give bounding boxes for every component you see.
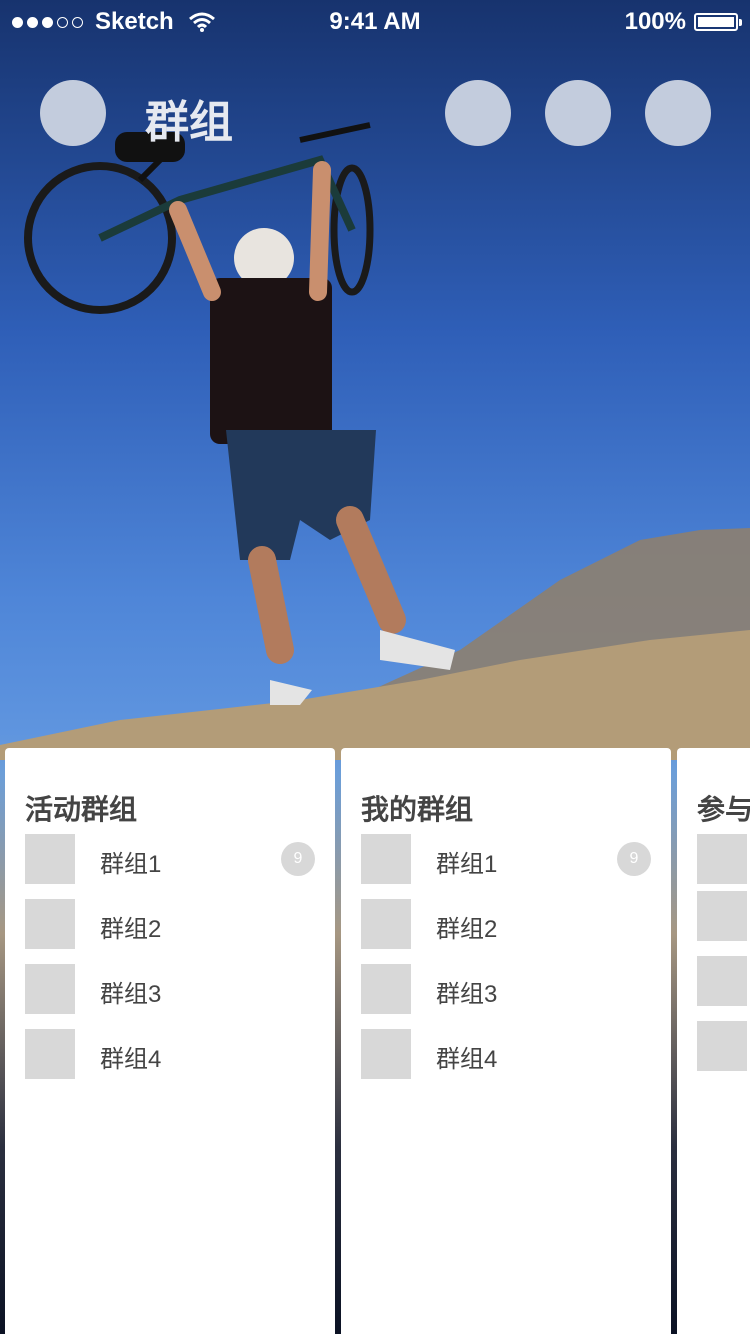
group-thumbnail: [25, 1029, 75, 1079]
list-item[interactable]: 群组4: [361, 1029, 651, 1079]
page-title: 群组: [145, 98, 233, 147]
list-item[interactable]: [697, 834, 750, 884]
list-item[interactable]: 群组2: [25, 899, 315, 949]
group-name: 群组2: [100, 916, 162, 943]
status-right: 100%: [624, 8, 742, 36]
unread-badge: 9: [617, 842, 651, 876]
group-thumbnail: [697, 834, 747, 884]
list-item[interactable]: 群组3: [361, 964, 651, 1014]
group-thumbnail: [697, 891, 747, 941]
battery-percent: 100%: [624, 8, 686, 35]
list-item[interactable]: 群组3: [25, 964, 315, 1014]
group-thumbnail: [361, 834, 411, 884]
list-item[interactable]: 群组4: [25, 1029, 315, 1079]
group-name: 群组4: [100, 1046, 162, 1073]
group-name: 群组2: [436, 916, 498, 943]
list-item[interactable]: 群组1 9: [361, 834, 651, 884]
status-bar: Sketch 9:41 AM 100%: [0, 0, 750, 40]
group-card-active[interactable]: 活动群组 群组1 9 群组2 群组3 群组4: [5, 748, 335, 1334]
list-item[interactable]: [697, 1021, 750, 1071]
header: 群组: [0, 80, 750, 147]
card-title: 参与: [697, 794, 750, 825]
group-name: 群组4: [436, 1046, 498, 1073]
group-name: 群组3: [100, 981, 162, 1008]
list-item[interactable]: 群组2: [361, 899, 651, 949]
list-item[interactable]: 群组1 9: [25, 834, 315, 884]
card-title: 我的群组: [361, 794, 474, 825]
list-item[interactable]: [697, 956, 750, 1006]
group-card-joined[interactable]: 参与: [677, 748, 750, 1334]
group-thumbnail: [361, 964, 411, 1014]
header-action-button-1[interactable]: [445, 80, 511, 146]
group-name: 群组1: [436, 851, 498, 878]
avatar-button[interactable]: [40, 80, 106, 146]
battery-icon: [694, 13, 742, 31]
card-title: 活动群组: [25, 794, 138, 825]
group-thumbnail: [361, 1029, 411, 1079]
list-item[interactable]: [697, 891, 750, 941]
group-thumbnail: [697, 1021, 747, 1071]
group-thumbnail: [25, 834, 75, 884]
cyclist-figure: [24, 122, 455, 705]
header-action-button-2[interactable]: [545, 80, 611, 146]
group-name: 群组1: [100, 851, 162, 878]
group-name: 群组3: [436, 981, 498, 1008]
header-action-button-3[interactable]: [645, 80, 711, 146]
unread-badge: 9: [281, 842, 315, 876]
group-thumbnail: [25, 899, 75, 949]
group-card-mine[interactable]: 我的群组 群组1 9 群组2 群组3 群组4: [341, 748, 671, 1334]
group-thumbnail: [361, 899, 411, 949]
group-thumbnail: [25, 964, 75, 1014]
group-thumbnail: [697, 956, 747, 1006]
